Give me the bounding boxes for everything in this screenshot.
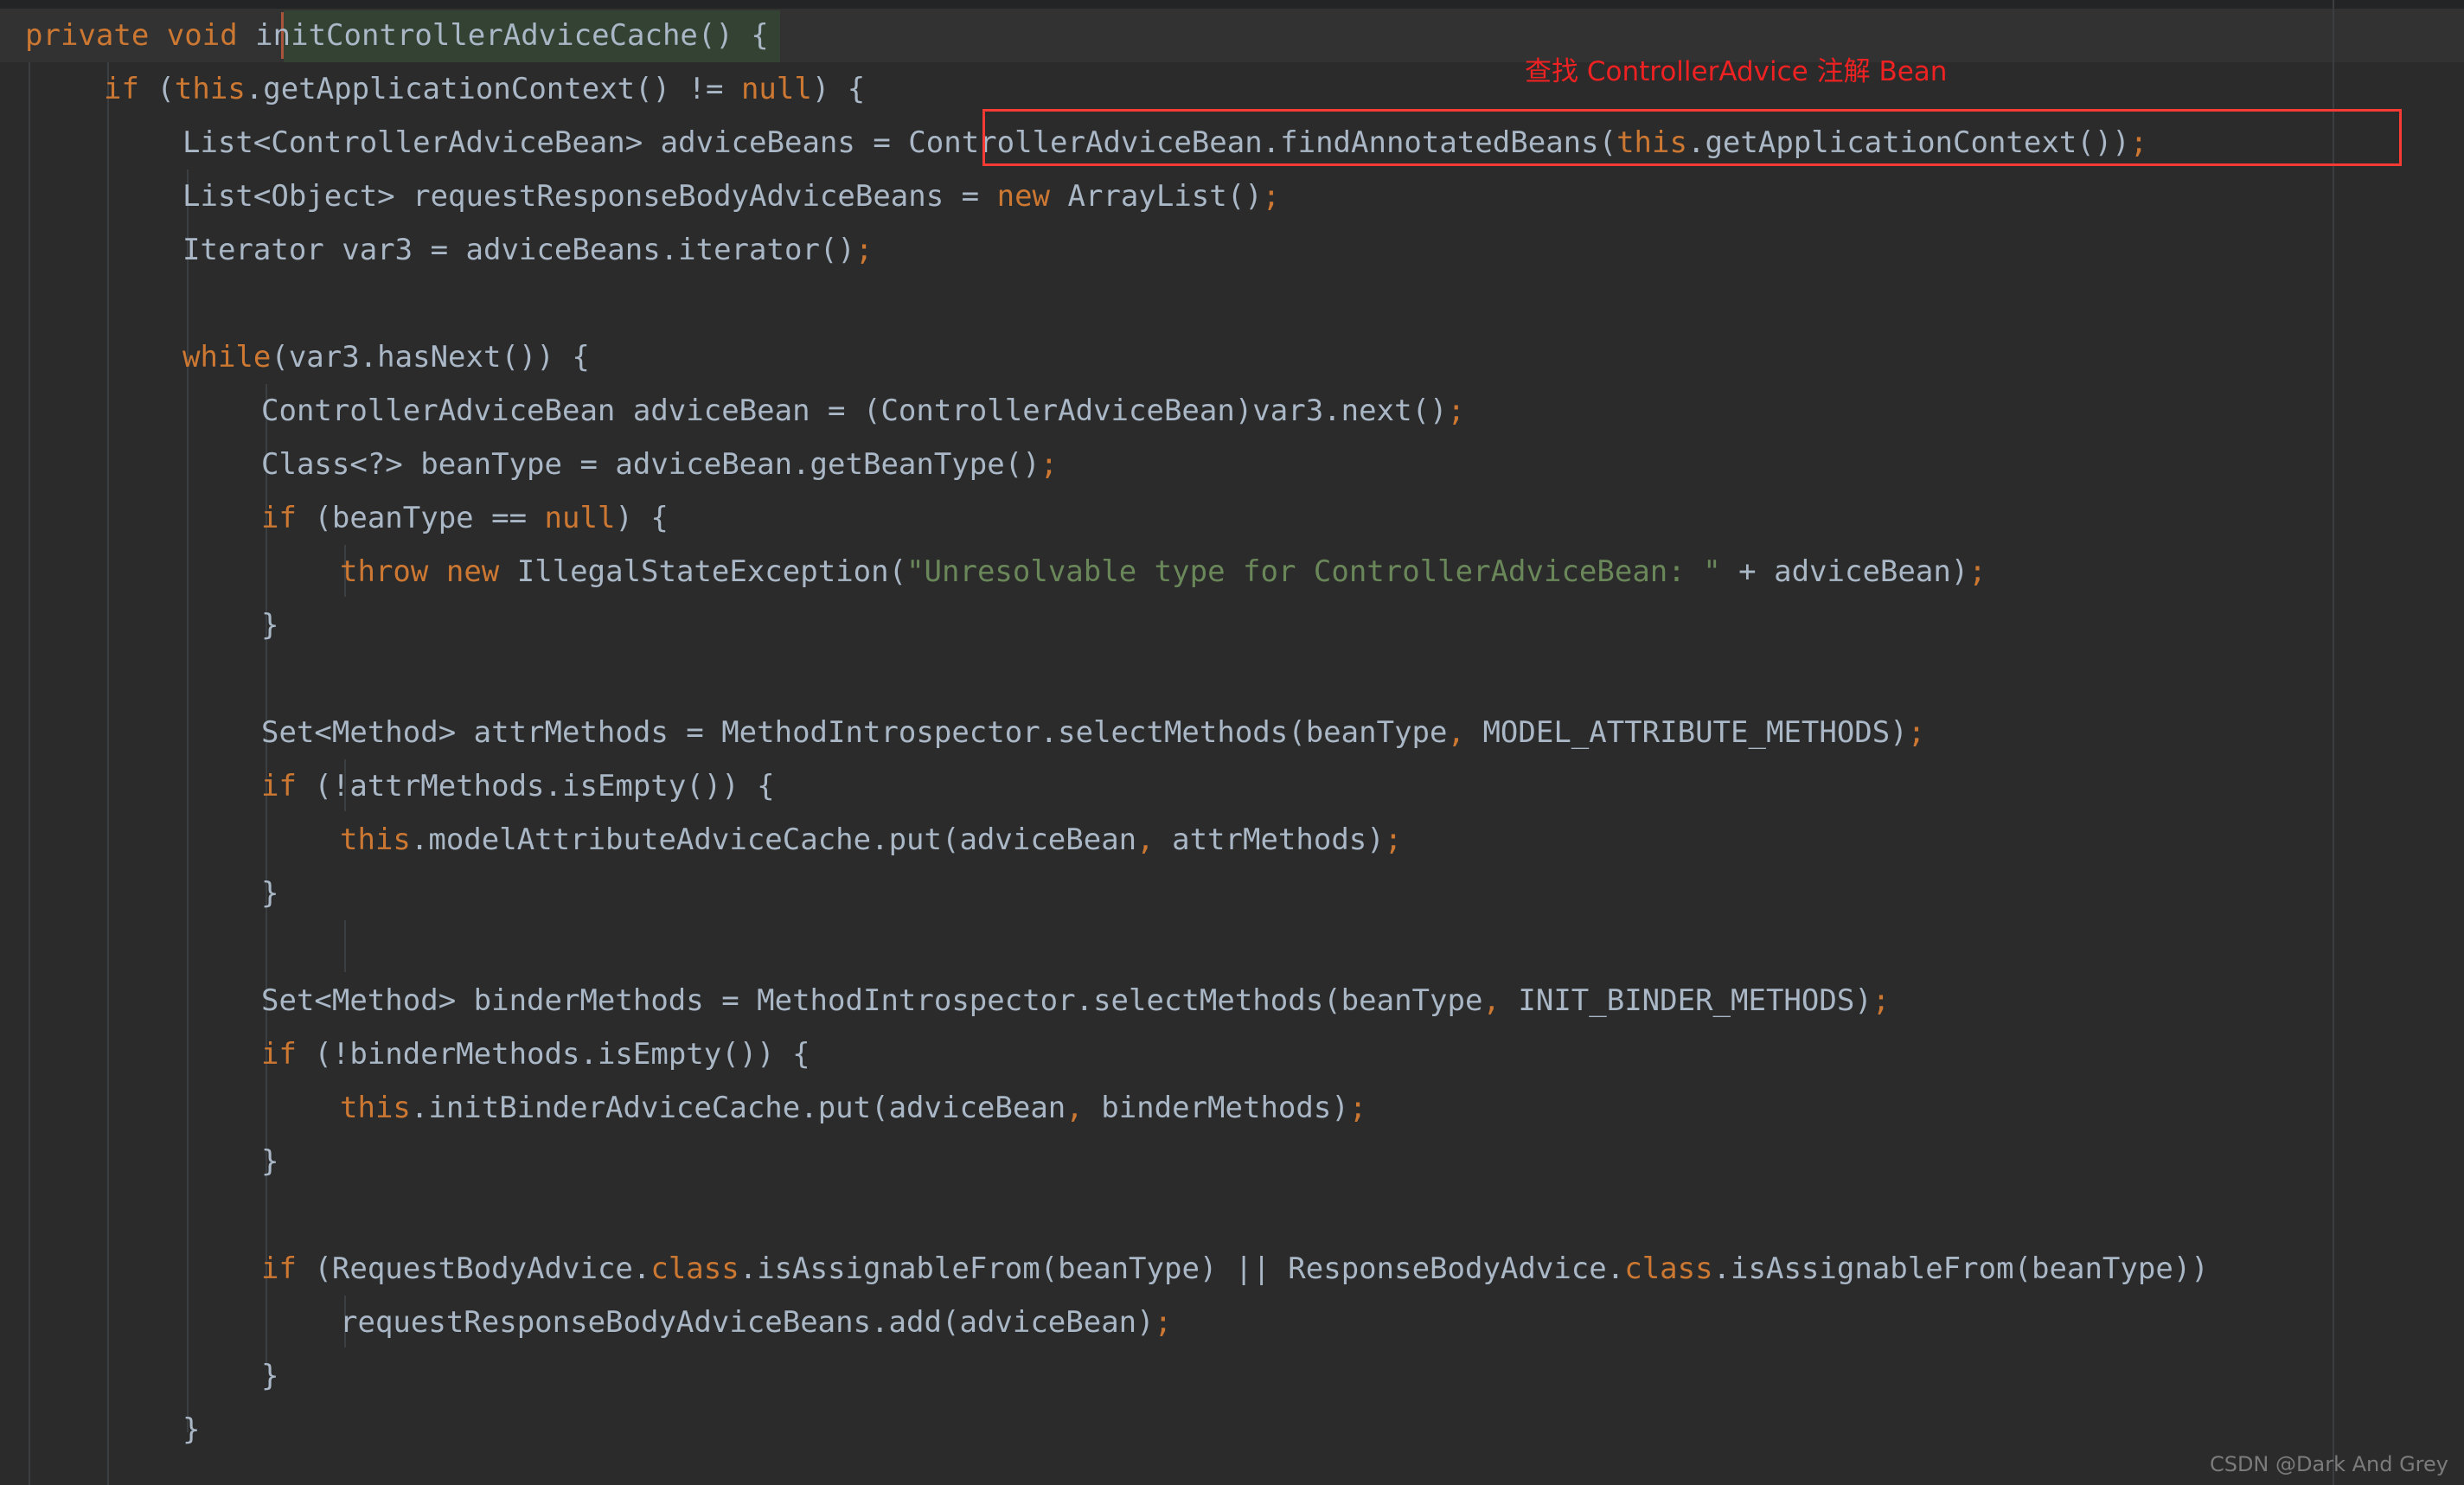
- code-token: if: [261, 501, 297, 535]
- code-token: initControllerAdviceCache() {: [255, 18, 769, 53]
- code-line[interactable]: private void initControllerAdviceCache()…: [25, 9, 769, 62]
- code-token: if: [104, 72, 139, 106]
- code-token: Class<?> beanType = adviceBean.getBeanTy…: [261, 447, 1040, 482]
- code-token: new: [996, 179, 1051, 214]
- code-line[interactable]: ControllerAdviceBean adviceBean = (Contr…: [261, 384, 1465, 438]
- code-token: ;: [1154, 1305, 1173, 1340]
- code-editor[interactable]: private void initControllerAdviceCache()…: [0, 0, 2464, 1485]
- code-line[interactable]: }: [261, 1135, 278, 1188]
- code-token: (RequestBodyAdvice.: [296, 1251, 651, 1286]
- code-token: ;: [854, 233, 874, 267]
- code-line[interactable]: Iterator var3 = adviceBeans.iterator();: [182, 223, 873, 277]
- code-token: }: [182, 1412, 201, 1447]
- code-token: List<ControllerAdviceBean> adviceBeans: [182, 125, 874, 160]
- code-token: ) {: [615, 501, 669, 535]
- code-line[interactable]: Set<Method> attrMethods = MethodIntrospe…: [261, 706, 1925, 759]
- code-token: (!attrMethods.isEmpty()) {: [296, 769, 775, 803]
- code-token: new: [445, 554, 500, 589]
- code-token: + adviceBean): [1720, 554, 1969, 589]
- code-token: .initBinderAdviceCache.put(adviceBean: [410, 1091, 1066, 1125]
- code-text[interactable]: private void initControllerAdviceCache()…: [0, 0, 2464, 1485]
- code-token: List<Object> requestResponseBodyAdviceBe…: [182, 179, 997, 214]
- code-token: if: [261, 1251, 297, 1286]
- code-token: if: [261, 769, 297, 803]
- code-token: private: [25, 18, 150, 53]
- watermark: CSDN @Dark And Grey: [2209, 1452, 2448, 1476]
- code-token: INIT_BINDER_METHODS): [1500, 983, 1872, 1018]
- code-token: }: [261, 608, 279, 643]
- code-line[interactable]: if (!binderMethods.isEmpty()) {: [261, 1027, 810, 1081]
- code-token: while: [182, 340, 272, 374]
- code-token: ;: [1348, 1091, 1367, 1125]
- code-token: if: [261, 1037, 297, 1072]
- code-token: .getApplicationContext() !=: [245, 72, 741, 106]
- code-token: ,: [1066, 1091, 1084, 1125]
- code-token: this: [340, 1091, 411, 1125]
- annotation-highlight-box: [982, 109, 2402, 166]
- code-token: Set<Method> binderMethods = MethodIntros…: [261, 983, 1483, 1018]
- code-token: ;: [1040, 447, 1059, 482]
- code-token: null: [544, 501, 616, 535]
- code-line[interactable]: Set<Method> binderMethods = MethodIntros…: [261, 974, 1890, 1027]
- code-line[interactable]: this.modelAttributeAdviceCache.put(advic…: [340, 813, 1402, 867]
- code-token: MODEL_ATTRIBUTE_METHODS): [1464, 715, 1908, 750]
- code-line[interactable]: throw new IllegalStateException("Unresol…: [340, 545, 1987, 598]
- code-token: =: [873, 125, 891, 160]
- code-line[interactable]: if (this.getApplicationContext() != null…: [104, 62, 865, 116]
- code-line[interactable]: if (RequestBodyAdvice.class.isAssignable…: [261, 1242, 2209, 1296]
- code-token: requestResponseBodyAdviceBeans.add(advic…: [340, 1305, 1155, 1340]
- code-token: this: [174, 72, 246, 106]
- code-token: null: [740, 72, 812, 106]
- code-token: .isAssignableFrom(beanType)): [1712, 1251, 2209, 1286]
- code-token: binderMethods): [1083, 1091, 1349, 1125]
- code-line[interactable]: List<Object> requestResponseBodyAdviceBe…: [182, 170, 1280, 223]
- code-token: ;: [1907, 715, 1926, 750]
- code-token: void: [166, 18, 238, 53]
- code-token: ;: [1968, 554, 1987, 589]
- code-token: ArrayList(): [1050, 179, 1263, 214]
- code-token: attrMethods): [1154, 823, 1385, 857]
- code-token: ,: [1447, 715, 1465, 750]
- code-token: ,: [1136, 823, 1155, 857]
- annotation-label: 查找 ControllerAdvice 注解 Bean: [1525, 56, 1948, 87]
- code-token: ControllerAdviceBean adviceBean = (Contr…: [261, 394, 1448, 428]
- code-line[interactable]: }: [261, 1349, 278, 1403]
- code-token: (: [138, 72, 175, 106]
- code-token: (!binderMethods.isEmpty()) {: [296, 1037, 810, 1072]
- code-token: Set<Method> attrMethods = MethodIntrospe…: [261, 715, 1448, 750]
- code-token: ,: [1482, 983, 1501, 1018]
- code-token: (var3.hasNext()) {: [271, 340, 590, 374]
- code-line[interactable]: requestResponseBodyAdviceBeans.add(advic…: [340, 1296, 1172, 1349]
- code-line[interactable]: this.initBinderAdviceCache.put(adviceBea…: [340, 1081, 1366, 1135]
- code-line[interactable]: }: [261, 867, 278, 920]
- code-line[interactable]: while(var3.hasNext()) {: [182, 330, 590, 384]
- code-token: this: [340, 823, 411, 857]
- code-token: Iterator var3 = adviceBeans.iterator(): [182, 233, 855, 267]
- code-token: .modelAttributeAdviceCache.put(adviceBea…: [410, 823, 1137, 857]
- code-token: IllegalStateException(: [499, 554, 907, 589]
- code-token: class: [1624, 1251, 1713, 1286]
- code-token: class: [650, 1251, 739, 1286]
- code-token: (beanType ==: [296, 501, 545, 535]
- code-line[interactable]: if (beanType == null) {: [261, 491, 669, 545]
- code-token: .isAssignableFrom(beanType) || ResponseB…: [739, 1251, 1625, 1286]
- code-token: throw: [340, 554, 429, 589]
- code-line[interactable]: Class<?> beanType = adviceBean.getBeanTy…: [261, 438, 1058, 491]
- code-token: ;: [1384, 823, 1403, 857]
- code-token: ) {: [811, 72, 866, 106]
- code-line[interactable]: }: [261, 598, 278, 652]
- code-token: ;: [1872, 983, 1891, 1018]
- code-token: }: [261, 1144, 279, 1179]
- code-token: }: [261, 1359, 279, 1393]
- code-line[interactable]: if (!attrMethods.isEmpty()) {: [261, 759, 775, 813]
- code-line[interactable]: }: [182, 1403, 200, 1456]
- code-token: "Unresolvable type for ControllerAdviceB…: [906, 554, 1721, 589]
- code-token: ;: [1447, 394, 1465, 428]
- code-token: }: [261, 876, 279, 911]
- code-token: ;: [1262, 179, 1281, 214]
